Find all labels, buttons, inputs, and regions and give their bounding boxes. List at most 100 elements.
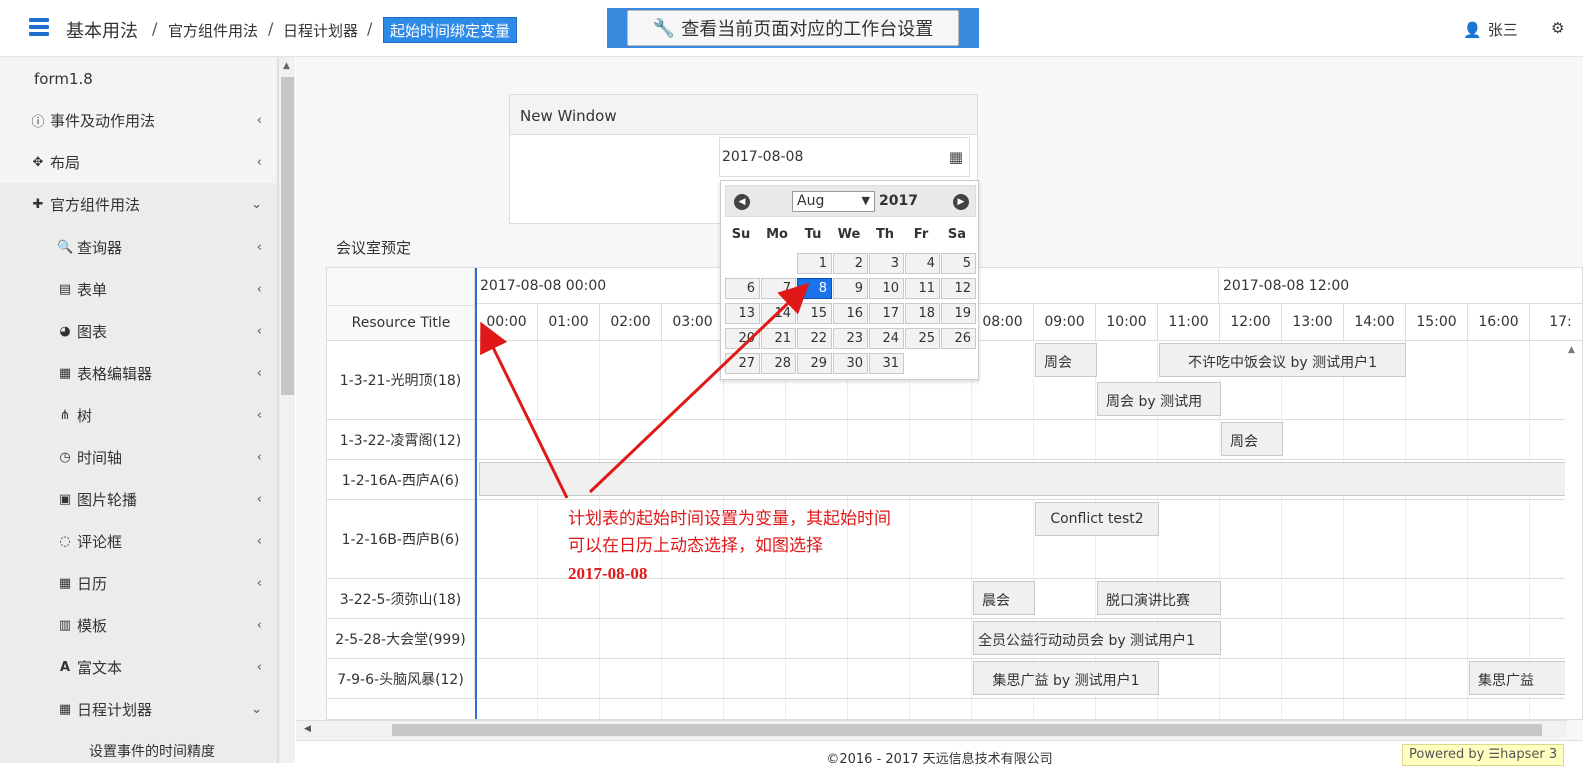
settings-icon[interactable]: ⚙ [1551,19,1564,37]
calendar-day[interactable]: 24 [869,328,904,349]
resource-header-cell: Resource Title [327,268,475,341]
breadcrumb-item-scheduler[interactable]: 日程计划器 [283,20,358,41]
sidebar-item-layout[interactable]: ✥ 布局 ‹ [0,141,277,183]
sidebar-item-tree[interactable]: ⋔ 树 ‹ [0,394,277,436]
calendar-day[interactable]: 27 [725,353,760,374]
hour-header: 16:00 [1468,304,1530,341]
resource-row: 1-3-22-凌霄阁(12) [327,420,1582,460]
calendar-day[interactable]: 10 [869,278,904,299]
sidebar-item-form[interactable]: ▤ 表单 ‹ [0,268,277,310]
calendar-day[interactable]: 18 [905,303,940,324]
sidebar-item-comment[interactable]: ◌ 评论框 ‹ [0,520,277,562]
calendar-day[interactable]: 22 [797,328,832,349]
calendar-day[interactable]: 7 [761,278,796,299]
sidebar-version: form1.8 [34,70,93,88]
date-input[interactable]: 2017-08-08 ▦ [719,137,970,177]
calendar-day-selected[interactable]: 8 [797,278,832,299]
event[interactable]: 不许吃中饭会议 by 测试用户1 [1159,343,1406,377]
month-select[interactable]: Aug ▼ [792,191,875,212]
user-menu[interactable]: 👤 张三 [1463,19,1518,40]
calendar-day[interactable]: 3 [869,253,904,274]
breadcrumb-item-official[interactable]: 官方组件用法 [168,20,258,41]
sidebar-item-events[interactable]: ⓘ 事件及动作用法 ‹ [0,99,277,141]
comment-icon: ◌ [59,533,71,549]
calendar-day[interactable]: 2 [833,253,868,274]
scheduler-vertical-scrollbar[interactable]: ▲ [1565,341,1582,719]
event[interactable]: 全员公益行动动员会 by 测试用户1 [973,621,1221,655]
calendar-day[interactable]: 19 [941,303,976,324]
sidebar-item-label: 表格编辑器 [77,364,153,383]
sidebar-item-label: 树 [77,406,93,425]
resource-label: 3-22-5-须弥山(18) [327,579,475,618]
scrollbar-thumb[interactable] [392,724,1542,736]
sidebar-item-chart[interactable]: ◕ 图表 ‹ [0,310,277,352]
sidebar-item-calendar[interactable]: ▦ 日历 ‹ [0,562,277,604]
calendar-day[interactable]: 23 [833,328,868,349]
sidebar-item-template[interactable]: ▥ 模板 ‹ [0,604,277,646]
scroll-up-icon[interactable]: ▲ [1568,345,1575,355]
sidebar-item-scheduler[interactable]: ▦ 日程计划器 ⌄ [0,688,277,730]
scrollbar-thumb[interactable] [281,77,294,395]
sidebar-scrollbar[interactable]: ▲ [278,57,295,763]
calendar-day[interactable]: 5 [941,253,976,274]
sidebar-item-official[interactable]: ✚ 官方组件用法 ⌄ [0,183,277,225]
calendar-day[interactable]: 4 [905,253,940,274]
calendar-icon[interactable]: ▦ [949,148,963,166]
calendar-day[interactable]: 11 [905,278,940,299]
sidebar-item-richtext[interactable]: A 富文本 ‹ [0,646,277,688]
event[interactable]: 集思广益 by 测试用户1 [973,661,1159,695]
calendar-day[interactable]: 31 [869,353,904,374]
sidebar-item-label: 富文本 [77,658,123,677]
resource-label: 1-2-16B-西庐B(6) [327,500,475,578]
calendar-day[interactable]: 12 [941,278,976,299]
calendar-day[interactable]: 20 [725,328,760,349]
calendar-day[interactable]: 30 [833,353,868,374]
resource-row: 2-5-28-大会堂(999) [327,619,1582,659]
calendar-day[interactable]: 26 [941,328,976,349]
calendar-day[interactable]: 15 [797,303,832,324]
menu-icon[interactable] [29,18,49,36]
event[interactable]: 晨会 [973,581,1035,615]
sidebar-item-query[interactable]: 🔍 查询器 ‹ [0,226,277,268]
scroll-left-icon[interactable]: ◀ [304,724,311,734]
event[interactable]: 周会 [1035,343,1097,377]
sidebar-item-carousel[interactable]: ▣ 图片轮播 ‹ [0,478,277,520]
scroll-up-icon[interactable]: ▲ [283,61,290,71]
calendar-day[interactable]: 14 [761,303,796,324]
horizontal-scrollbar[interactable]: ◀ [296,720,1567,738]
hour-header: 09:00 [1034,304,1096,341]
event[interactable]: 周会 [1221,422,1283,456]
workspace-settings-button[interactable]: 🔧 查看当前页面对应的工作台设置 [627,10,959,46]
sidebar-item-table-editor[interactable]: ▦ 表格编辑器 ‹ [0,352,277,394]
event[interactable]: 集思广益 [1469,661,1569,695]
sidebar-item-timeline[interactable]: ◷ 时间轴 ‹ [0,436,277,478]
calendar-day[interactable]: 28 [761,353,796,374]
calendar-day[interactable]: 17 [869,303,904,324]
sidebar: form1.8 ⓘ 事件及动作用法 ‹ ✥ 布局 ‹ ✚ 官方组件用法 ⌄ 🔍 查询器 ‹ ▤ 表… [0,57,278,763]
event[interactable] [479,462,1582,496]
resource-row: 3-22-5-须弥山(18) [327,579,1582,619]
prev-month-icon[interactable]: ◀ [734,194,750,210]
chevron-left-icon: ‹ [256,239,262,255]
annotation-text: 计划表的起始时间设置为变量，其起始时间 可以在日历上动态选择，如图选择 2017… [568,506,891,587]
calendar-day[interactable]: 6 [725,278,760,299]
event[interactable]: 脱口演讲比赛 [1097,581,1221,615]
calendar-day[interactable]: 25 [905,328,940,349]
calendar-day[interactable]: 13 [725,303,760,324]
resource-label: 1-3-22-凌霄阁(12) [327,420,475,459]
day-header-row [476,268,1582,304]
calendar-day[interactable]: 29 [797,353,832,374]
calendar-day[interactable]: 21 [761,328,796,349]
calendar-day[interactable]: 9 [833,278,868,299]
event[interactable]: 周会 by 测试用 [1097,382,1221,416]
next-month-icon[interactable]: ▶ [953,194,969,210]
resource-row: 7-9-6-头脑风暴(12) [327,659,1582,699]
info-icon: ⓘ [31,114,45,130]
calendar-day[interactable]: 1 [797,253,832,274]
sidebar-item-time-precision[interactable]: 设置事件的时间精度 [0,730,277,763]
calendar-day[interactable]: 16 [833,303,868,324]
hour-header: 12:00 [1220,304,1282,341]
weekday-label: Th [875,227,895,242]
weekday-label: Su [731,227,751,242]
event[interactable]: Conflict test2 [1035,502,1159,536]
